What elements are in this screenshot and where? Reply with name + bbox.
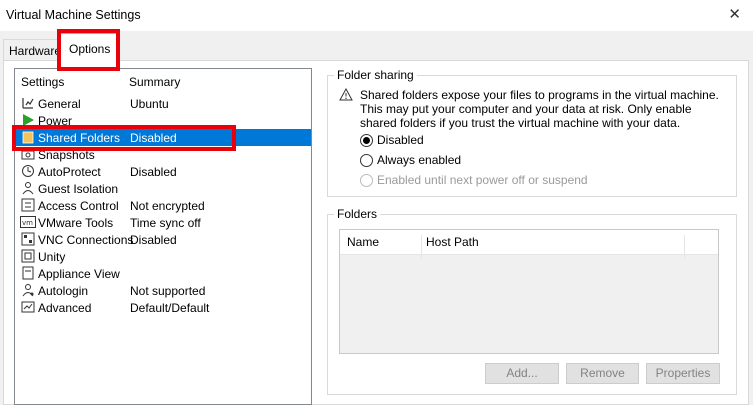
highlight-box-options-tab [57, 29, 120, 71]
close-icon[interactable]: ✕ [728, 5, 741, 23]
radio-label[interactable]: Always enabled [377, 153, 461, 167]
warning-line: This may put your computer and your data… [360, 102, 692, 116]
list-item-summary: Time sync off [130, 216, 201, 230]
column-host-path[interactable]: Host Path [426, 235, 479, 249]
add-button[interactable]: Add... [485, 363, 559, 384]
sidebar-item-vnc-connections[interactable]: VNC Connections Disabled [16, 231, 311, 248]
column-summary[interactable]: Summary [129, 75, 180, 89]
guest-isolation-icon [20, 181, 36, 195]
sidebar-item-general[interactable]: General Ubuntu [16, 95, 311, 112]
folder-sharing-title: Folder sharing [334, 68, 417, 82]
access-control-icon [20, 198, 36, 212]
unity-icon [20, 249, 36, 263]
advanced-icon [20, 300, 36, 314]
list-item-label: General [38, 97, 81, 111]
column-separator [421, 235, 422, 259]
sidebar-item-unity[interactable]: Unity [16, 248, 311, 265]
radio-selected-dot [363, 137, 370, 144]
tab-hardware[interactable]: Hardware [3, 39, 61, 60]
list-item-label: Guest Isolation [38, 182, 119, 196]
folders-title: Folders [334, 207, 381, 221]
general-icon [20, 96, 36, 110]
sidebar-item-appliance-view[interactable]: Appliance View [16, 265, 311, 282]
list-item-label: AutoProtect [38, 165, 101, 179]
remove-button[interactable]: Remove [566, 363, 639, 384]
properties-button[interactable]: Properties [646, 363, 720, 384]
warning-icon [339, 87, 353, 101]
folders-table[interactable]: Name Host Path [339, 229, 719, 354]
warning-line: Shared folders expose your files to prog… [360, 88, 719, 102]
list-item-label: VMware Tools [38, 216, 114, 230]
list-item-label: Unity [38, 250, 66, 264]
autoprotect-icon [20, 164, 36, 178]
list-item-summary: Not encrypted [130, 199, 205, 213]
list-item-label: Access Control [38, 199, 119, 213]
sidebar-item-access-control[interactable]: Access Control Not encrypted [16, 197, 311, 214]
warning-line: shared folders if you trust the virtual … [360, 116, 681, 130]
title-bar: Virtual Machine Settings ✕ [0, 0, 753, 31]
window-title: Virtual Machine Settings [6, 8, 141, 22]
appliance-view-icon [20, 266, 36, 280]
column-settings[interactable]: Settings [21, 75, 64, 89]
vmware-tools-icon: vm [20, 215, 36, 229]
folder-sharing-warning: Shared folders expose your files to prog… [360, 88, 720, 130]
column-name[interactable]: Name [347, 235, 379, 249]
radio-label: Enabled until next power off or suspend [377, 173, 588, 187]
radio-label[interactable]: Disabled [377, 133, 424, 147]
radio-circle [360, 174, 373, 187]
list-item-summary: Ubuntu [130, 97, 169, 111]
list-item-summary: Default/Default [130, 301, 210, 315]
tab-hardware-label: Hardware [9, 44, 62, 58]
list-item-label: Autologin [38, 284, 89, 298]
vnc-icon [20, 232, 36, 246]
list-item-label: VNC Connections [38, 233, 134, 247]
autologin-icon [20, 283, 36, 297]
sidebar-item-autologin[interactable]: Autologin Not supported [16, 282, 311, 299]
list-item-summary: Disabled [130, 233, 177, 247]
settings-list[interactable]: Settings Summary General Ubuntu Power Sh… [14, 68, 312, 405]
column-separator [684, 235, 685, 259]
list-item-summary: Not supported [130, 284, 206, 298]
highlight-box-shared-folders [12, 125, 236, 151]
list-item-label: Advanced [38, 301, 92, 315]
sidebar-item-guest-isolation[interactable]: Guest Isolation [16, 180, 311, 197]
list-item-label: Appliance View [38, 267, 120, 281]
sidebar-item-advanced[interactable]: Advanced Default/Default [16, 299, 311, 316]
sidebar-item-vmware-tools[interactable]: vm VMware Tools Time sync off [16, 214, 311, 231]
folders-table-header: Name Host Path [340, 230, 718, 259]
list-item-summary: Disabled [130, 165, 177, 179]
sidebar-item-autoprotect[interactable]: AutoProtect Disabled [16, 163, 311, 180]
svg-text:vm: vm [22, 219, 33, 227]
settings-list-header: Settings Summary [21, 75, 301, 89]
radio-circle[interactable] [360, 154, 373, 167]
